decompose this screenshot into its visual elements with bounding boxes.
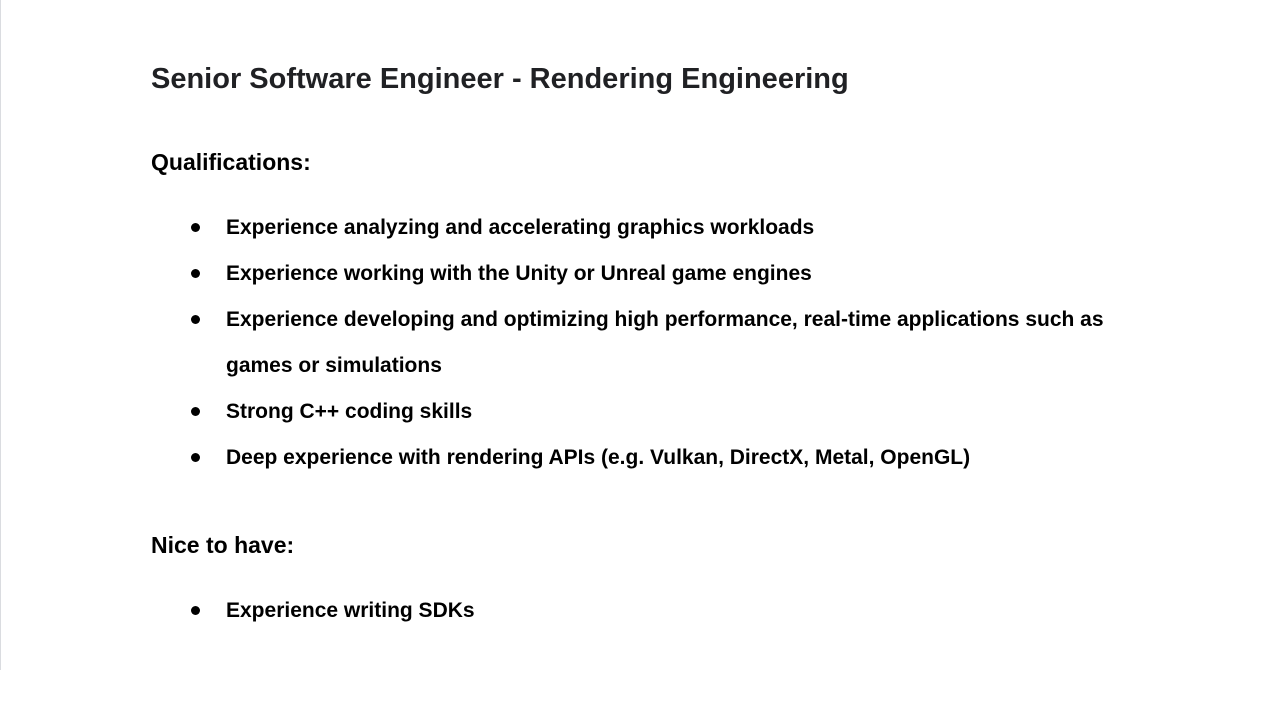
document-title: Senior Software Engineer - Rendering Eng… bbox=[151, 63, 849, 95]
bullet-icon bbox=[191, 407, 200, 416]
list-item: Strong C++ coding skills bbox=[151, 389, 1151, 435]
list-item: Experience writing SDKs bbox=[151, 588, 1151, 634]
nice-to-have-heading: Nice to have: bbox=[151, 532, 295, 558]
list-item-text: Experience writing SDKs bbox=[226, 599, 475, 622]
qualifications-heading: Qualifications: bbox=[151, 149, 311, 175]
list-item-text: Experience developing and optimizing hig… bbox=[226, 308, 1104, 377]
list-item: Deep experience with rendering APIs (e.g… bbox=[151, 435, 1151, 481]
list-item-text: Experience analyzing and accelerating gr… bbox=[226, 216, 815, 239]
list-item-text: Experience working with the Unity or Unr… bbox=[226, 262, 812, 285]
nice-to-have-list: Experience writing SDKs bbox=[151, 588, 1151, 634]
page-bottom-margin bbox=[0, 670, 1281, 706]
list-item-text: Strong C++ coding skills bbox=[226, 400, 473, 423]
list-item: Experience analyzing and accelerating gr… bbox=[151, 205, 1151, 251]
bullet-icon bbox=[191, 223, 200, 232]
bullet-icon bbox=[191, 453, 200, 462]
page-left-border bbox=[0, 0, 1, 670]
list-item-text: Deep experience with rendering APIs (e.g… bbox=[226, 446, 971, 469]
bullet-icon bbox=[191, 269, 200, 278]
bullet-icon bbox=[191, 606, 200, 615]
list-item: Experience developing and optimizing hig… bbox=[151, 297, 1151, 389]
bullet-icon bbox=[191, 315, 200, 324]
qualifications-list: Experience analyzing and accelerating gr… bbox=[151, 205, 1151, 481]
list-item: Experience working with the Unity or Unr… bbox=[151, 251, 1151, 297]
